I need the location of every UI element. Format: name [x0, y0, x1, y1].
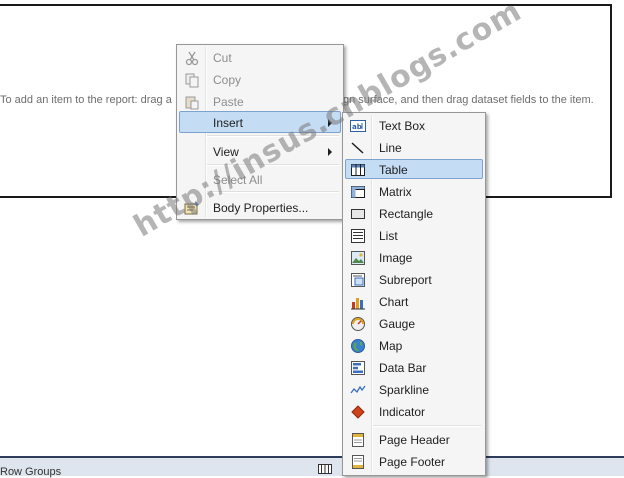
- menu-item-label: Rectangle: [379, 207, 434, 221]
- menu-item-label: Gauge: [379, 317, 416, 331]
- menu-item-label: Page Header: [379, 433, 450, 447]
- menu-item-line[interactable]: Line: [345, 137, 483, 157]
- insert-submenu: ab Text Box Line Table Matrix Rectangle …: [342, 112, 486, 476]
- menu-item-label: Subreport: [379, 273, 432, 287]
- properties-icon: [184, 201, 199, 215]
- submenu-arrow-icon: [328, 148, 332, 156]
- column-groups-icon[interactable]: [318, 464, 332, 474]
- rectangle-icon: [351, 209, 365, 219]
- menu-item-label: Sparkline: [379, 383, 430, 397]
- databar-icon: [351, 361, 365, 375]
- menu-item-label: Image: [379, 251, 413, 265]
- menu-item-paste[interactable]: Paste: [179, 91, 341, 111]
- grouping-pane: Row Groups: [0, 456, 624, 478]
- menu-item-label: Copy: [213, 73, 242, 87]
- menu-item-label: Body Properties...: [213, 201, 309, 215]
- menu-item-subreport[interactable]: Subreport: [345, 269, 483, 289]
- menu-item-copy[interactable]: Copy: [179, 69, 341, 89]
- list-icon: [351, 229, 365, 243]
- gauge-icon: [351, 317, 365, 331]
- menu-item-label: Map: [379, 339, 403, 353]
- chart-icon: [351, 298, 365, 310]
- menu-item-label: Data Bar: [379, 361, 427, 375]
- menu-item-label: View: [213, 145, 239, 159]
- menu-item-label: Text Box: [379, 119, 426, 133]
- image-icon: [351, 251, 365, 265]
- menu-item-label: Cut: [213, 51, 232, 65]
- menu-item-label: Line: [379, 141, 402, 155]
- menu-item-table[interactable]: Table: [345, 159, 483, 179]
- menu-item-label: Select All: [213, 173, 263, 187]
- menu-item-data-bar[interactable]: Data Bar: [345, 357, 483, 377]
- context-menu: Cut Copy Paste Insert View Select All Bo…: [176, 44, 344, 220]
- menu-item-label: List: [379, 229, 398, 243]
- hint-text-left: To add an item to the report: drag a: [0, 94, 172, 106]
- menu-item-label: Paste: [213, 95, 244, 109]
- menu-item-label: Indicator: [379, 405, 426, 419]
- indicator-icon: [351, 405, 365, 419]
- svg-text:ab: ab: [352, 123, 362, 131]
- menu-item-label: Insert: [213, 116, 244, 130]
- scissors-icon: [185, 51, 199, 66]
- menu-item-label: Page Footer: [379, 455, 446, 469]
- subreport-icon: [351, 273, 365, 287]
- menu-item-page-header[interactable]: Page Header: [345, 429, 483, 449]
- menu-item-label: Chart: [379, 295, 409, 309]
- copy-icon: [185, 73, 199, 88]
- menu-item-image[interactable]: Image: [345, 247, 483, 267]
- hint-text-right: gn surface, and then drag dataset fields…: [343, 94, 594, 106]
- menu-item-label: Table: [379, 163, 408, 177]
- paste-icon: [185, 96, 199, 110]
- menu-item-page-footer[interactable]: Page Footer: [345, 451, 483, 471]
- textbox-icon: ab: [350, 120, 366, 132]
- menu-item-indicator[interactable]: Indicator: [345, 401, 483, 421]
- menu-item-select-all[interactable]: Select All: [179, 169, 341, 189]
- row-groups-label: Row Groups: [0, 466, 62, 478]
- menu-item-gauge[interactable]: Gauge: [345, 313, 483, 333]
- menu-item-sparkline[interactable]: Sparkline: [345, 379, 483, 399]
- menu-item-chart[interactable]: Chart: [345, 291, 483, 311]
- menu-item-insert[interactable]: Insert: [179, 111, 341, 133]
- table-icon: [351, 164, 365, 176]
- page-header-icon: [352, 433, 364, 447]
- submenu-arrow-icon: [328, 119, 332, 127]
- line-icon: [351, 142, 364, 154]
- menu-item-view[interactable]: View: [179, 141, 341, 161]
- menu-item-list[interactable]: List: [345, 225, 483, 245]
- menu-item-map[interactable]: Map: [345, 335, 483, 355]
- menu-item-cut[interactable]: Cut: [179, 47, 341, 67]
- map-icon: [351, 339, 365, 353]
- menu-item-body-properties[interactable]: Body Properties...: [179, 197, 341, 217]
- menu-item-rectangle[interactable]: Rectangle: [345, 203, 483, 223]
- sparkline-icon: [350, 385, 366, 394]
- menu-item-matrix[interactable]: Matrix: [345, 181, 483, 201]
- menu-item-text-box[interactable]: ab Text Box: [345, 115, 483, 135]
- page-footer-icon: [352, 455, 364, 469]
- menu-item-label: Matrix: [379, 185, 412, 199]
- matrix-icon: [351, 186, 365, 198]
